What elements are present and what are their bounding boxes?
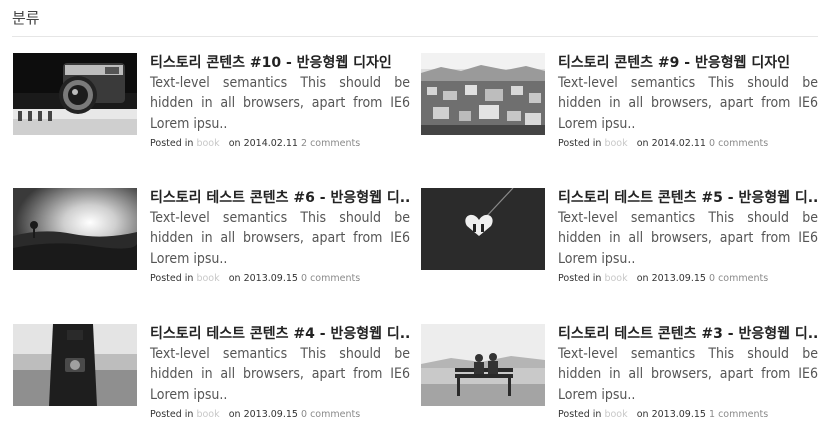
post-date: 2013.09.15 — [243, 273, 298, 284]
post-meta: Posted in book on 2013.09.15 0 comments — [150, 273, 360, 284]
comments-link[interactable]: 0 comments — [301, 409, 360, 420]
post-item: 티스토리 콘텐츠 #10 - 반응형웹 디자인 Text-level seman… — [13, 52, 412, 169]
post-excerpt: Text-level semantics This should be hidd… — [150, 346, 410, 403]
photographer-photo-icon — [13, 324, 137, 406]
post-date: 2014.02.11 — [243, 138, 298, 149]
on-label: on — [228, 409, 241, 420]
post-item: 티스토리 테스트 콘텐츠 #4 - 반응형웹 디.. Text-level se… — [13, 323, 412, 440]
comments-link[interactable]: 0 comments — [301, 273, 360, 284]
post-title-link[interactable]: 티스토리 테스트 콘텐츠 #5 - 반응형웹 디.. — [558, 187, 820, 207]
post-thumbnail[interactable] — [13, 188, 137, 270]
category-title: 분류 — [12, 9, 40, 27]
post-thumbnail[interactable] — [421, 53, 545, 135]
comments-link[interactable]: 1 comments — [709, 409, 768, 420]
comments-link[interactable]: 0 comments — [709, 138, 768, 149]
post-title-link[interactable]: 티스토리 테스트 콘텐츠 #3 - 반응형웹 디.. — [558, 323, 820, 343]
heart-pendant-photo-icon — [421, 188, 545, 270]
post-excerpt: Text-level semantics This should be hidd… — [558, 75, 818, 132]
category-link[interactable]: book — [196, 273, 219, 284]
post-thumbnail[interactable] — [13, 53, 137, 135]
on-label: on — [636, 409, 649, 420]
posted-in-label: Posted in — [150, 273, 194, 284]
post-meta: Posted in book on 2013.09.15 1 comments — [558, 409, 768, 420]
post-item: 티스토리 테스트 콘텐츠 #6 - 반응형웹 디.. Text-level se… — [13, 187, 412, 304]
post-excerpt: Text-level semantics This should be hidd… — [150, 210, 410, 267]
on-label: on — [228, 273, 241, 284]
post-date: 2013.09.15 — [651, 273, 706, 284]
post-thumbnail[interactable] — [421, 188, 545, 270]
post-date: 2013.09.15 — [651, 409, 706, 420]
post-excerpt: Text-level semantics This should be hidd… — [558, 346, 818, 403]
category-link[interactable]: book — [196, 138, 219, 149]
posted-in-label: Posted in — [558, 138, 602, 149]
comments-link[interactable]: 2 comments — [301, 138, 360, 149]
post-item: 티스토리 테스트 콘텐츠 #5 - 반응형웹 디.. Text-level se… — [421, 187, 820, 304]
posted-in-label: Posted in — [558, 273, 602, 284]
on-label: on — [636, 273, 649, 284]
posted-in-label: Posted in — [558, 409, 602, 420]
post-title-link[interactable]: 티스토리 테스트 콘텐츠 #4 - 반응형웹 디.. — [150, 323, 412, 343]
posted-in-label: Posted in — [150, 409, 194, 420]
post-excerpt: Text-level semantics This should be hidd… — [150, 75, 410, 132]
camera-photo-icon — [13, 53, 137, 135]
post-meta: Posted in book on 2014.02.11 2 comments — [150, 138, 360, 149]
post-item: 티스토리 콘텐츠 #9 - 반응형웹 디자인 Text-level semant… — [421, 52, 820, 169]
post-item: 티스토리 테스트 콘텐츠 #3 - 반응형웹 디.. Text-level se… — [421, 323, 820, 440]
post-meta: Posted in book on 2014.02.11 0 comments — [558, 138, 768, 149]
post-meta: Posted in book on 2013.09.15 0 comments — [150, 409, 360, 420]
post-meta: Posted in book on 2013.09.15 0 comments — [558, 273, 768, 284]
on-label: on — [228, 138, 241, 149]
post-thumbnail[interactable] — [13, 324, 137, 406]
post-excerpt: Text-level semantics This should be hidd… — [558, 210, 818, 267]
post-date: 2013.09.15 — [243, 409, 298, 420]
post-thumbnail[interactable] — [421, 324, 545, 406]
post-title-link[interactable]: 티스토리 테스트 콘텐츠 #6 - 반응형웹 디.. — [150, 187, 412, 207]
comments-link[interactable]: 0 comments — [709, 273, 768, 284]
posted-in-label: Posted in — [150, 138, 194, 149]
bench-couple-photo-icon — [421, 324, 545, 406]
category-link[interactable]: book — [196, 409, 219, 420]
on-label: on — [636, 138, 649, 149]
city-photo-icon — [421, 53, 545, 135]
sunset-landscape-photo-icon — [13, 188, 137, 270]
post-title-link[interactable]: 티스토리 콘텐츠 #10 - 반응형웹 디자인 — [150, 52, 412, 72]
category-link[interactable]: book — [604, 409, 627, 420]
category-header: 분류 — [12, 0, 818, 37]
post-title-link[interactable]: 티스토리 콘텐츠 #9 - 반응형웹 디자인 — [558, 52, 820, 72]
post-date: 2014.02.11 — [651, 138, 706, 149]
category-link[interactable]: book — [604, 273, 627, 284]
category-link[interactable]: book — [604, 138, 627, 149]
